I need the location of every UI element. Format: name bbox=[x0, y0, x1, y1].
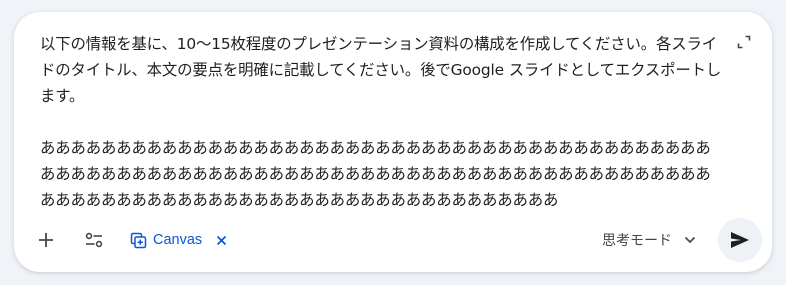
tune-icon bbox=[85, 232, 103, 248]
plus-icon bbox=[39, 233, 53, 247]
canvas-remove-button[interactable] bbox=[216, 235, 227, 246]
close-icon bbox=[217, 235, 227, 245]
send-icon bbox=[731, 232, 749, 248]
mode-label: 思考モード bbox=[602, 233, 672, 249]
chevron-down-icon bbox=[684, 236, 696, 244]
mode-selector[interactable]: 思考モード bbox=[592, 224, 706, 256]
send-button[interactable] bbox=[718, 218, 762, 262]
canvas-label: Canvas bbox=[153, 232, 203, 248]
expand-button[interactable] bbox=[734, 32, 754, 52]
prompt-input-card: 以下の情報を基に、10〜15枚程度のプレゼンテーション資料の構成を作成してくださ… bbox=[14, 12, 772, 272]
add-button[interactable] bbox=[26, 220, 66, 260]
prompt-textarea[interactable]: 以下の情報を基に、10〜15枚程度のプレゼンテーション資料の構成を作成してくださ… bbox=[40, 31, 722, 207]
canvas-icon bbox=[130, 232, 147, 248]
input-toolbar: Canvas 思考モード bbox=[14, 218, 772, 262]
canvas-chip[interactable]: Canvas bbox=[122, 224, 235, 256]
tools-button[interactable] bbox=[74, 220, 114, 260]
expand-icon bbox=[737, 35, 751, 49]
